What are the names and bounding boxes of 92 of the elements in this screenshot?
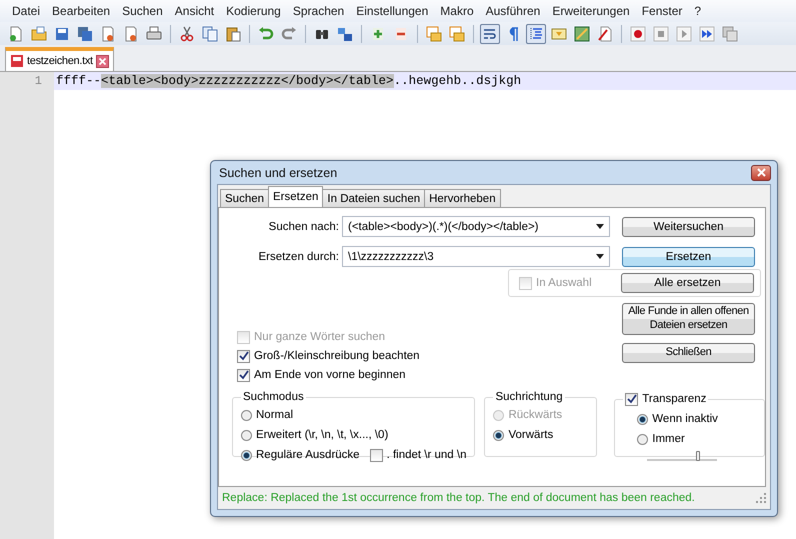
printer-icon (146, 26, 162, 42)
dropdown-arrow-icon (596, 254, 604, 259)
field-label: Suchen nach: (268, 220, 340, 232)
new-document-icon (8, 26, 24, 42)
file-tab[interactable]: testzeichen.txt (5, 47, 114, 71)
dialog-title: Suchen und ersetzen (219, 166, 338, 180)
radio-button[interactable] (637, 434, 648, 444)
selected-text: <table><body>zzzzzzzzzzz</body></table> (101, 74, 394, 88)
toolbar-button[interactable] (628, 24, 648, 44)
menu-item[interactable]: Bearbeiten (46, 4, 116, 18)
dialog-button[interactable]: Alle ersetzen (621, 273, 754, 293)
document-icon (10, 54, 24, 68)
indent-guide-icon (528, 26, 544, 42)
radio-option[interactable]: Normal (241, 407, 294, 423)
redo-icon (281, 26, 297, 42)
checkbox[interactable] (237, 368, 250, 382)
dialog-tab[interactable]: Hervorheben (424, 189, 501, 207)
resize-grip-icon[interactable] (756, 493, 766, 503)
field-label: Ersetzen durch: (257, 250, 340, 262)
code-text: ffff-- (56, 74, 102, 88)
menu-item[interactable]: Sprachen (286, 4, 350, 18)
menu-item[interactable]: Erweiterungen (546, 4, 636, 18)
stop-icon (653, 26, 669, 42)
document-function-icon (597, 26, 613, 42)
line-number: 1 (0, 72, 54, 90)
close-icon[interactable] (96, 54, 109, 68)
slider-thumb[interactable] (696, 451, 700, 461)
scissors-icon (179, 26, 195, 42)
status-message: Replace: Replaced the 1st occurrence from the top. The end of document has been reached. (222, 492, 695, 504)
checkbox-option[interactable]: . findet \r und \n (370, 447, 466, 463)
menu-item[interactable]: ? (688, 4, 708, 18)
fast-forward-icon (699, 26, 715, 42)
close-button[interactable] (751, 164, 771, 180)
toolbar-button[interactable] (480, 24, 500, 44)
close-icon (756, 168, 766, 177)
radio-option[interactable]: Wenn inaktiv (637, 411, 718, 427)
undo-icon (258, 26, 274, 42)
documents-close-icon (123, 26, 139, 42)
folder-icon (31, 26, 47, 42)
tab-label: testzeichen.txt (27, 55, 93, 67)
combo-field[interactable]: \1\zzzzzzzzzzz\3 (342, 246, 610, 267)
code-text: ..hewgehb..dsjkgh (394, 74, 522, 88)
dialog-tab[interactable]: Ersetzen (268, 186, 324, 207)
record-icon (630, 26, 646, 42)
menu-item[interactable]: Fenster (636, 4, 688, 18)
radio-button[interactable] (637, 414, 648, 424)
map-icon (574, 26, 590, 42)
menu-item[interactable]: Makro (434, 4, 480, 18)
zoom-in-icon (370, 26, 386, 42)
check-icon (626, 394, 637, 404)
dropdown-arrow-icon (596, 224, 604, 229)
toolbar-button[interactable] (572, 24, 592, 44)
menu-item[interactable]: Ansicht (168, 4, 220, 18)
floppy-disks-icon (77, 26, 93, 42)
group-title: Suchrichtung (494, 391, 564, 403)
checkbox[interactable] (237, 350, 250, 362)
menu-item[interactable]: Suchen (116, 4, 169, 18)
dialog-button[interactable]: Schließen (622, 342, 755, 362)
zoom-out-icon (393, 26, 409, 42)
dialog-button[interactable]: Weitersuchen (622, 216, 755, 236)
radio-button[interactable] (241, 450, 252, 460)
checkbox-option[interactable]: Groß-/Kleinschreibung beachten (237, 348, 420, 364)
dialog-tab[interactable]: In Dateien suchen (322, 189, 426, 207)
radio-button[interactable] (493, 430, 504, 440)
menu-item[interactable]: Ausführen (480, 4, 546, 18)
checkbox[interactable] (625, 392, 638, 406)
transparency-slider[interactable] (647, 451, 718, 461)
radio-button[interactable] (241, 410, 252, 420)
window-icon (449, 26, 465, 42)
radio-option[interactable]: Immer (637, 431, 685, 447)
radio-option[interactable]: Erweitert (\r, \n, \t, \x..., \0) (241, 427, 388, 443)
dialog-tab[interactable]: Suchen (220, 189, 270, 207)
radio-option[interactable]: Vorwärts (493, 427, 554, 443)
checkbox[interactable] (370, 448, 383, 462)
dialog-button[interactable]: Ersetzen (622, 246, 755, 266)
checkbox-option[interactable]: Transparenz (625, 391, 706, 407)
copy-icon (202, 26, 218, 42)
toolbar-button[interactable] (697, 24, 717, 44)
toolbar-button[interactable] (526, 24, 546, 44)
play-icon (676, 26, 692, 42)
combo-field[interactable]: (<table><body>)(.*)(</body></table>) (342, 216, 610, 237)
menu-item[interactable]: Kodierung (220, 4, 287, 18)
checkbox-option[interactable]: Am Ende von vorne beginnen (237, 367, 420, 383)
menu-item[interactable]: Einstellungen (350, 4, 434, 18)
radio-option[interactable]: Reguläre Ausdrücke (241, 447, 360, 463)
document-close-icon (100, 26, 116, 42)
clipboard-icon (225, 26, 241, 42)
group-title: Suchmodus (242, 391, 305, 403)
window-icon (426, 26, 442, 42)
radio-button[interactable] (241, 430, 252, 440)
menu-item[interactable]: Datei (6, 4, 46, 18)
dialog-button[interactable]: Alle Funde in allen offenen Dateien ersetzen (622, 303, 755, 334)
